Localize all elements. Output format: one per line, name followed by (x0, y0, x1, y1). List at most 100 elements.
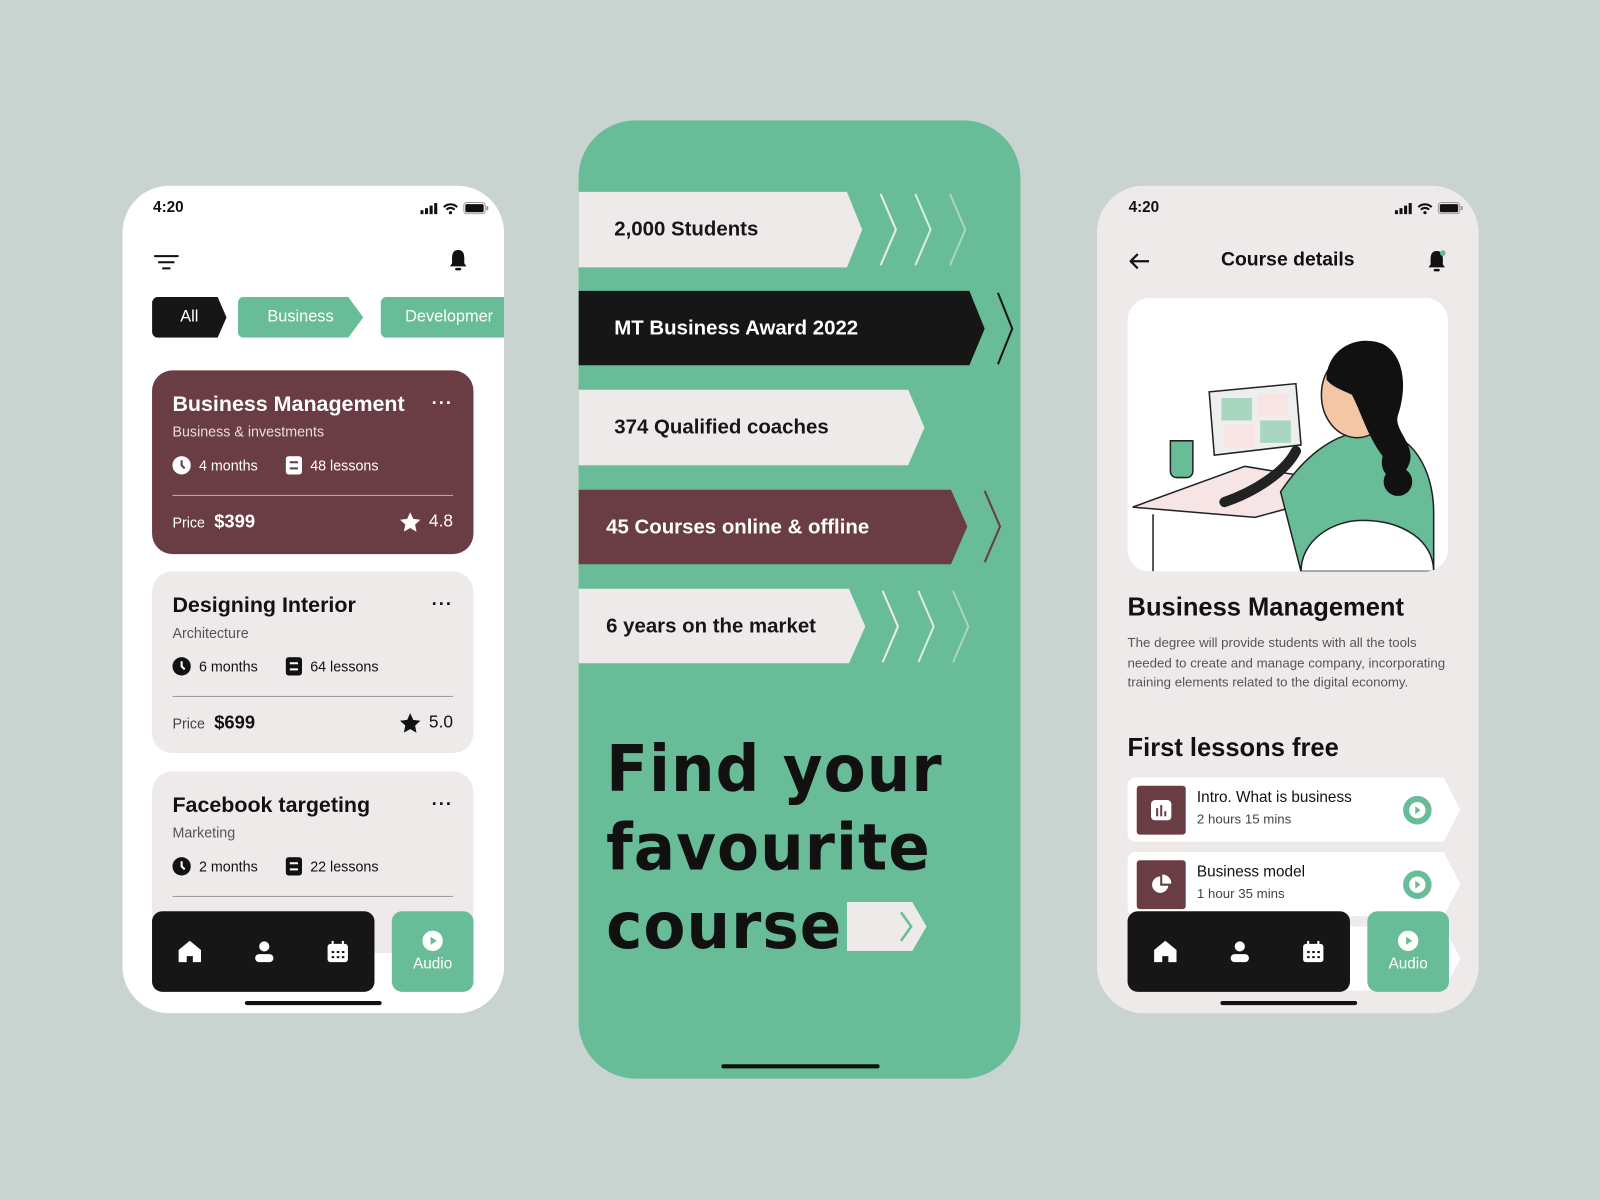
star-icon (400, 712, 421, 733)
course-description: The degree will provide students with al… (1127, 634, 1446, 690)
stat-award: MT Business Award 2022 (614, 316, 859, 340)
document-icon (285, 456, 303, 475)
rating: 5.0 (400, 712, 454, 733)
bottom-nav (152, 911, 375, 992)
price-label: Price (172, 715, 206, 732)
rating-value: 4.8 (428, 511, 454, 531)
audio-button[interactable]: Audio (391, 911, 474, 992)
calendar-icon[interactable] (1302, 940, 1324, 963)
stat-coaches: 374 Qualified coaches (614, 415, 829, 439)
lessons: 48 lessons (285, 456, 379, 475)
rating: 4.8 (400, 511, 454, 532)
status-time: 4:20 (1128, 198, 1160, 217)
battery-icon (463, 202, 489, 215)
signal-icon (420, 202, 438, 214)
price: Price $399 (172, 511, 255, 532)
lesson-duration: 1 hour 35 mins (1196, 885, 1285, 902)
play-icon (422, 930, 443, 952)
course-title: Business Management (1127, 592, 1404, 622)
chevron-icon (881, 590, 900, 663)
duration: 4 months (172, 456, 258, 475)
course-card[interactable]: Designing Interior ··· Architecture 6 mo… (152, 571, 474, 754)
lesson-icon-box (1136, 860, 1186, 910)
chevron-icon (914, 193, 932, 266)
filter-icon[interactable] (154, 254, 179, 270)
chip-business[interactable]: Business (237, 296, 364, 338)
clock-icon (172, 456, 191, 475)
more-icon[interactable]: ··· (432, 594, 453, 615)
headline-line: favourite (606, 810, 931, 886)
document-icon (285, 657, 303, 676)
status-time: 4:20 (153, 198, 184, 217)
chevron-icon (997, 292, 1014, 365)
price: Price $699 (172, 712, 255, 733)
audio-label: Audio (1388, 955, 1428, 973)
bar-chart-icon (1151, 799, 1172, 821)
lesson-title: Business model (1196, 863, 1305, 881)
price-label: Price (172, 514, 206, 531)
audio-button[interactable]: Audio (1367, 911, 1449, 992)
lesson-title: Intro. What is business (1196, 788, 1352, 807)
lesson-item[interactable]: Business model 1 hour 35 mins (1127, 852, 1461, 917)
bell-icon[interactable] (1427, 250, 1449, 272)
course-title: Business Management (172, 392, 405, 417)
bell-icon[interactable] (448, 249, 468, 271)
home-indicator[interactable] (721, 1064, 880, 1069)
course-category: Marketing (172, 824, 236, 841)
more-icon[interactable]: ··· (432, 794, 453, 815)
lesson-duration: 2 hours 15 mins (1196, 811, 1292, 827)
arrow-chip[interactable] (846, 902, 929, 952)
duration: 2 months (172, 857, 258, 876)
play-icon[interactable] (1403, 870, 1432, 899)
chip-development[interactable]: Developmer (380, 296, 505, 338)
play-icon (1397, 930, 1419, 952)
status-icons (420, 202, 489, 215)
divider (172, 895, 454, 897)
chevron-icon (983, 490, 1002, 563)
home-indicator[interactable] (1220, 1001, 1358, 1006)
profile-icon[interactable] (255, 941, 274, 963)
woman-laptop-illustration (1132, 340, 1435, 572)
rating-value: 5.0 (428, 712, 454, 732)
chip-all[interactable]: All (152, 296, 227, 338)
home-icon[interactable] (1154, 940, 1177, 963)
lesson-item[interactable]: Intro. What is business 2 hours 15 mins (1127, 777, 1461, 842)
clock-icon (172, 857, 191, 876)
lesson-icon-box (1136, 785, 1186, 835)
home-indicator[interactable] (244, 1001, 382, 1006)
course-category: Business & investments (172, 423, 325, 440)
chevron-icon (952, 590, 970, 663)
duration: 6 months (172, 657, 258, 676)
status-icons (1394, 202, 1463, 215)
pie-chart-icon (1152, 874, 1172, 893)
lessons: 64 lessons (285, 657, 379, 676)
signal-icon (1394, 202, 1412, 214)
duration-text: 4 months (198, 457, 258, 474)
right-phone: 4:20 Course details Business Management … (1096, 185, 1479, 1014)
lessons-text: 22 lessons (310, 858, 379, 875)
chevron-icon (917, 590, 935, 663)
more-icon[interactable]: ··· (432, 393, 453, 414)
clock-icon (172, 657, 191, 676)
play-icon[interactable] (1403, 795, 1432, 825)
bottom-nav (1127, 911, 1350, 992)
calendar-icon[interactable] (327, 940, 348, 963)
home-icon[interactable] (178, 940, 202, 963)
page-title: Course details (1220, 248, 1355, 271)
course-title: Facebook targeting (172, 793, 371, 818)
lessons-text: 48 lessons (310, 457, 379, 474)
star-icon (400, 511, 421, 532)
left-phone: 4:20 All Business Developmer Business Ma… (122, 185, 505, 1014)
middle-phone: 2,000 Students MT Business Award 2022 37… (578, 120, 1021, 1079)
chevron-icon (879, 193, 898, 266)
price-value: $399 (214, 511, 256, 532)
course-title: Designing Interior (172, 593, 356, 618)
stat-students: 2,000 Students (614, 217, 759, 241)
stat-years: 6 years on the market (606, 614, 816, 638)
lessons-text: 64 lessons (310, 658, 379, 675)
course-category: Architecture (172, 624, 249, 641)
lessons: 22 lessons (285, 857, 379, 876)
divider (172, 695, 454, 697)
course-card[interactable]: Business Management ··· Business & inves… (152, 370, 474, 555)
profile-icon[interactable] (1230, 941, 1249, 963)
